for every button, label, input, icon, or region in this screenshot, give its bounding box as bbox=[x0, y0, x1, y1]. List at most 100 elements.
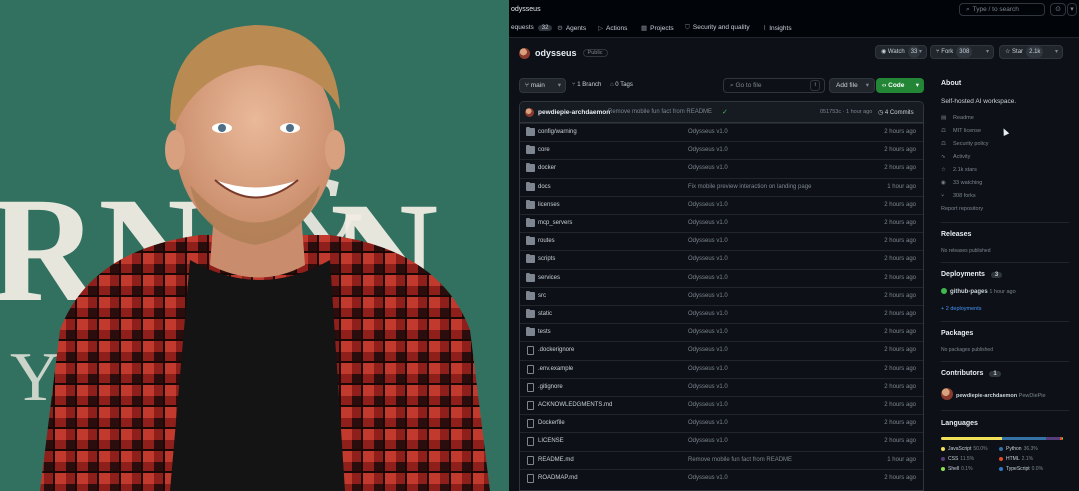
file-commit-message[interactable]: Odysseus v1.0 bbox=[688, 311, 728, 317]
file-row[interactable]: tests Odysseus v1.0 2 hours ago bbox=[520, 323, 923, 341]
contributor-item[interactable]: pewdiepie-archdaemon PewDiePie bbox=[941, 388, 1046, 400]
file-row[interactable]: config/warning Odysseus v1.0 2 hours ago bbox=[520, 123, 923, 141]
repo-title[interactable]: odysseus bbox=[535, 48, 577, 58]
fork-button[interactable]: ⑂ Fork 308 ▾ bbox=[930, 45, 994, 59]
star-button[interactable]: ☆ Star 2.1k ▾ bbox=[999, 45, 1063, 59]
file-commit-message[interactable]: Odysseus v1.0 bbox=[688, 475, 728, 481]
language-item[interactable]: HTML 2.1% bbox=[999, 456, 1033, 462]
file-row[interactable]: docker Odysseus v1.0 2 hours ago bbox=[520, 159, 923, 177]
releases-heading[interactable]: Releases bbox=[941, 231, 971, 238]
repo-breadcrumb[interactable]: odysseus bbox=[511, 6, 541, 13]
file-name[interactable]: tests bbox=[538, 329, 551, 335]
file-commit-message[interactable]: Odysseus v1.0 bbox=[688, 256, 728, 262]
file-name[interactable]: routes bbox=[538, 238, 555, 244]
file-name[interactable]: .gitignore bbox=[538, 384, 563, 390]
file-commit-message[interactable]: Odysseus v1.0 bbox=[688, 366, 728, 372]
language-item[interactable]: Shell 0.1% bbox=[941, 466, 973, 472]
file-row[interactable]: routes Odysseus v1.0 2 hours ago bbox=[520, 232, 923, 250]
packages-heading[interactable]: Packages bbox=[941, 330, 973, 337]
file-name[interactable]: ACKNOWLEDGMENTS.md bbox=[538, 402, 612, 408]
contributors-heading[interactable]: Contributors 1 bbox=[941, 370, 1001, 377]
commits-link[interactable]: ◷ 4 Commits bbox=[878, 109, 914, 116]
file-commit-message[interactable]: Fix mobile preview interaction on landin… bbox=[688, 184, 811, 190]
tab-pull-requests[interactable]: equests 32 bbox=[511, 24, 553, 31]
search-input[interactable]: ⌕ Type / to search bbox=[959, 3, 1045, 16]
language-item[interactable]: CSS 11.5% bbox=[941, 456, 974, 462]
file-row[interactable]: .env.example Odysseus v1.0 2 hours ago bbox=[520, 359, 923, 378]
file-name[interactable]: .env.example bbox=[538, 366, 573, 372]
file-name[interactable]: README.md bbox=[538, 457, 574, 463]
file-commit-message[interactable]: Odysseus v1.0 bbox=[688, 129, 728, 135]
branches-link[interactable]: ⑂ 1 Branch bbox=[572, 82, 601, 88]
file-row[interactable]: static Odysseus v1.0 2 hours ago bbox=[520, 305, 923, 323]
deployment-github-pages[interactable]: github-pages 1 hour ago bbox=[941, 288, 1016, 295]
tab-agents[interactable]: ⚙ Agents bbox=[557, 24, 586, 32]
file-row[interactable]: src Odysseus v1.0 2 hours ago bbox=[520, 286, 923, 305]
file-commit-message[interactable]: Odysseus v1.0 bbox=[688, 220, 728, 226]
file-commit-message[interactable]: Odysseus v1.0 bbox=[688, 293, 728, 299]
report-repository-link[interactable]: Report repository bbox=[941, 206, 983, 212]
watch-button[interactable]: ◉ Watch 33 ▾ bbox=[875, 45, 927, 59]
copilot-menu-button[interactable]: ▾ bbox=[1067, 3, 1077, 16]
file-name[interactable]: static bbox=[538, 311, 552, 317]
file-name[interactable]: ROADMAP.md bbox=[538, 475, 578, 481]
commit-author-avatar[interactable] bbox=[525, 108, 534, 117]
file-commit-message[interactable]: Odysseus v1.0 bbox=[688, 202, 728, 208]
file-row[interactable]: core Odysseus v1.0 2 hours ago bbox=[520, 141, 923, 159]
code-button[interactable]: ‹› Code ▾ bbox=[876, 78, 924, 93]
tags-link[interactable]: ⌂ 0 Tags bbox=[610, 82, 633, 88]
file-name[interactable]: licenses bbox=[538, 202, 560, 208]
deployments-heading[interactable]: Deployments 3 bbox=[941, 271, 1003, 278]
tab-projects[interactable]: ▦ Projects bbox=[641, 24, 674, 32]
about-link[interactable]: ▤ Readme bbox=[941, 115, 974, 121]
file-row[interactable]: .gitignore Odysseus v1.0 2 hours ago bbox=[520, 377, 923, 396]
language-item[interactable]: Python 36.3% bbox=[999, 446, 1038, 452]
file-name[interactable]: docs bbox=[538, 184, 551, 190]
file-commit-message[interactable]: Odysseus v1.0 bbox=[688, 402, 728, 408]
file-row[interactable]: LICENSE Odysseus v1.0 2 hours ago bbox=[520, 432, 923, 450]
about-link[interactable]: ⚖ Security policy bbox=[941, 141, 988, 147]
owner-avatar[interactable] bbox=[519, 47, 530, 59]
copilot-button[interactable]: ⊙ bbox=[1050, 3, 1066, 16]
file-commit-message[interactable]: Remove mobile fun fact from README bbox=[688, 457, 792, 463]
file-name[interactable]: .dockerignore bbox=[538, 347, 574, 353]
commit-meta[interactable]: 051753c · 1 hour ago bbox=[820, 109, 872, 115]
about-link[interactable]: ☆ 2.1k stars bbox=[941, 167, 977, 173]
file-commit-message[interactable]: Odysseus v1.0 bbox=[688, 329, 728, 335]
file-name[interactable]: config/warning bbox=[538, 129, 577, 135]
tab-security[interactable]: ⛉ Security and quality bbox=[685, 24, 750, 32]
more-deployments-link[interactable]: + 2 deployments bbox=[941, 306, 982, 312]
file-row[interactable]: README.md Remove mobile fun fact from REA… bbox=[520, 450, 923, 469]
file-commit-message[interactable]: Odysseus v1.0 bbox=[688, 384, 728, 390]
add-file-button[interactable]: Add file ▾ bbox=[829, 78, 875, 93]
about-link[interactable]: ∿ Activity bbox=[941, 154, 970, 160]
commit-message[interactable]: Remove mobile fun fact from README bbox=[608, 109, 712, 115]
about-link[interactable]: ⚖ MIT license bbox=[941, 128, 981, 134]
file-commit-message[interactable]: Odysseus v1.0 bbox=[688, 147, 728, 153]
file-commit-message[interactable]: Odysseus v1.0 bbox=[688, 165, 728, 171]
go-to-file-input[interactable]: ⌕ Go to file t bbox=[723, 78, 825, 93]
file-name[interactable]: mcp_servers bbox=[538, 220, 572, 226]
file-row[interactable]: Dockerfile Odysseus v1.0 2 hours ago bbox=[520, 414, 923, 432]
file-row[interactable]: docs Fix mobile preview interaction on la… bbox=[520, 177, 923, 196]
file-row[interactable]: .dockerignore Odysseus v1.0 2 hours ago bbox=[520, 341, 923, 359]
file-row[interactable]: scripts Odysseus v1.0 2 hours ago bbox=[520, 250, 923, 268]
branch-selector[interactable]: ⑂ main ▾ bbox=[519, 78, 566, 93]
tab-insights[interactable]: ⌇ Insights bbox=[763, 24, 792, 32]
language-item[interactable]: JavaScript 50.0% bbox=[941, 446, 988, 452]
file-commit-message[interactable]: Odysseus v1.0 bbox=[688, 438, 728, 444]
file-name[interactable]: LICENSE bbox=[538, 438, 564, 444]
file-row[interactable]: licenses Odysseus v1.0 2 hours ago bbox=[520, 195, 923, 214]
file-name[interactable]: src bbox=[538, 293, 546, 299]
file-row[interactable]: services Odysseus v1.0 2 hours ago bbox=[520, 268, 923, 287]
file-name[interactable]: Dockerfile bbox=[538, 420, 565, 426]
file-commit-message[interactable]: Odysseus v1.0 bbox=[688, 238, 728, 244]
commit-author[interactable]: pewdiepie-archdaemon bbox=[538, 109, 610, 116]
tab-actions[interactable]: ▷ Actions bbox=[598, 24, 627, 32]
file-name[interactable]: services bbox=[538, 275, 560, 281]
language-item[interactable]: TypeScript 0.0% bbox=[999, 466, 1043, 472]
file-commit-message[interactable]: Odysseus v1.0 bbox=[688, 275, 728, 281]
file-commit-message[interactable]: Odysseus v1.0 bbox=[688, 420, 728, 426]
file-name[interactable]: core bbox=[538, 147, 550, 153]
file-name[interactable]: docker bbox=[538, 165, 556, 171]
